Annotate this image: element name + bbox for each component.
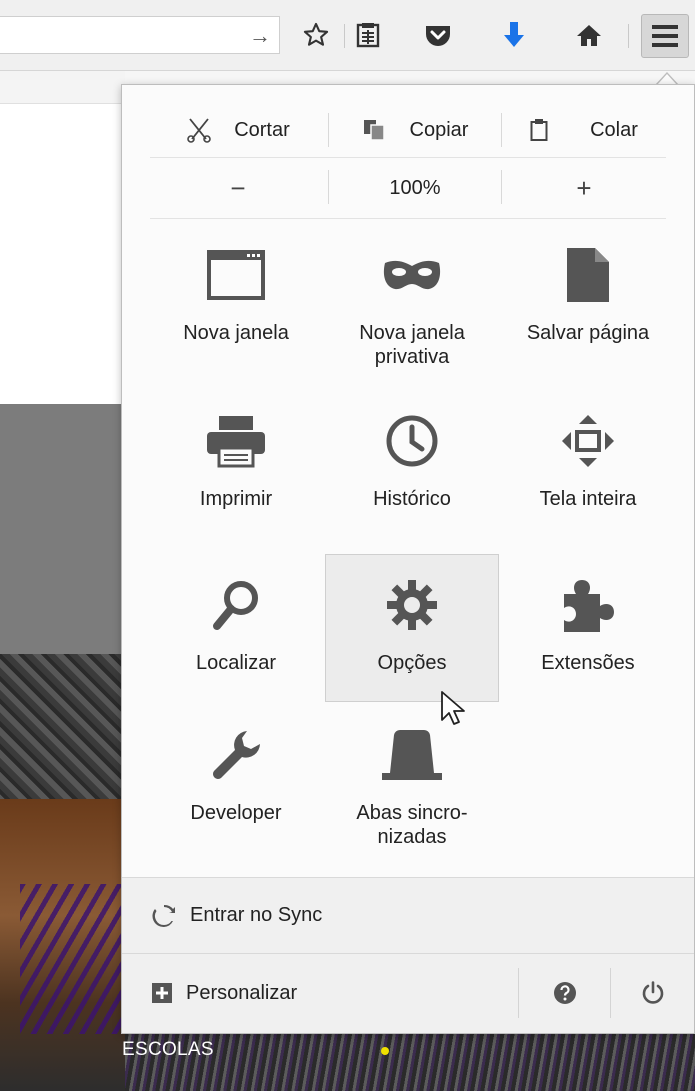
wrench-icon [204, 725, 268, 785]
zoom-in-button[interactable]: + [502, 158, 666, 218]
copy-button[interactable]: Copiar [330, 103, 500, 157]
home-icon[interactable] [571, 18, 607, 52]
help-button[interactable] [530, 954, 600, 1032]
bookmark-star-icon[interactable] [298, 18, 334, 52]
app-menu-panel: Cortar Copiar Colar − 100% + Nova janela [121, 84, 695, 1034]
paste-button[interactable]: Colar [502, 103, 666, 157]
printer-icon [204, 411, 268, 471]
fullscreen-icon [556, 411, 620, 471]
zoom-reset-button[interactable]: 100% [330, 158, 500, 218]
page-caption[interactable]: ESCOLAS [122, 1039, 214, 1061]
find-label: Localizar [195, 652, 277, 674]
indicator-dot [381, 1047, 389, 1055]
toolbar-separator [344, 24, 345, 48]
print-button[interactable]: Imprimir [149, 397, 323, 545]
sync-icon [152, 904, 176, 928]
developer-label: Developer [190, 802, 282, 824]
options-label: Opções [377, 652, 447, 674]
scissors-icon [186, 117, 212, 143]
paste-icon [530, 118, 548, 142]
fullscreen-button[interactable]: Tela inteira [501, 397, 675, 545]
copy-label: Copiar [409, 118, 469, 141]
developer-button[interactable]: Developer [149, 711, 323, 859]
new-window-button[interactable]: Nova janela [149, 231, 323, 379]
synced-tabs-label: Abas sincro-nizadas [356, 802, 468, 848]
edit-controls: Cortar Copiar Colar [150, 103, 666, 158]
gear-icon [380, 575, 444, 635]
zoom-out-button[interactable]: − [150, 158, 326, 218]
cut-label: Cortar [234, 118, 290, 141]
save-page-label: Salvar página [526, 322, 650, 344]
new-window-label: Nova janela [183, 322, 289, 344]
save-page-icon [556, 245, 620, 305]
synced-tabs-icon [380, 725, 444, 785]
pocket-icon[interactable] [420, 18, 456, 52]
mouse-cursor-icon [440, 690, 466, 733]
options-button[interactable]: Opções [325, 554, 499, 702]
help-icon [553, 981, 577, 1005]
hamburger-menu-icon[interactable] [641, 14, 689, 58]
copy-icon [362, 118, 388, 142]
find-button[interactable]: Localizar [149, 561, 323, 709]
url-bar[interactable]: → [0, 16, 280, 54]
synced-tabs-button[interactable]: Abas sincro-nizadas [325, 711, 499, 859]
private-mask-icon [380, 245, 444, 305]
page-content [0, 71, 125, 404]
customize-label: Personalizar [186, 981, 298, 1004]
extensions-button[interactable]: Extensões [501, 561, 675, 709]
page-strip [0, 71, 125, 104]
sync-label: Entrar no Sync [190, 904, 323, 926]
fullscreen-label: Tela inteira [539, 488, 637, 510]
cut-button[interactable]: Cortar [150, 103, 326, 157]
quit-button[interactable] [618, 954, 688, 1032]
customize-button[interactable]: Personalizar [122, 954, 518, 1032]
go-arrow-icon[interactable]: → [249, 23, 271, 49]
print-label: Imprimir [199, 488, 273, 510]
reading-list-icon[interactable] [350, 18, 386, 52]
browser-toolbar: → [0, 0, 695, 71]
zoom-controls: − 100% + [150, 158, 666, 219]
footer-toolbar: Personalizar [122, 953, 694, 1033]
private-window-button[interactable]: Nova janela privativa [325, 231, 499, 379]
history-button[interactable]: Histórico [325, 397, 499, 545]
save-page-button[interactable]: Salvar página [501, 231, 675, 379]
toolbar-separator [628, 24, 629, 48]
plus-square-icon [152, 983, 172, 1003]
history-clock-icon [380, 411, 444, 471]
paste-label: Colar [590, 118, 638, 141]
extensions-label: Extensões [541, 652, 635, 674]
private-window-label: Nova janela privativa [359, 322, 465, 368]
history-label: Histórico [373, 488, 451, 510]
downloads-icon[interactable] [496, 18, 532, 52]
sync-signin-button[interactable]: Entrar no Sync [122, 877, 694, 953]
power-icon [641, 981, 665, 1005]
puzzle-icon [556, 575, 620, 635]
window-icon [204, 245, 268, 305]
search-icon [204, 575, 268, 635]
